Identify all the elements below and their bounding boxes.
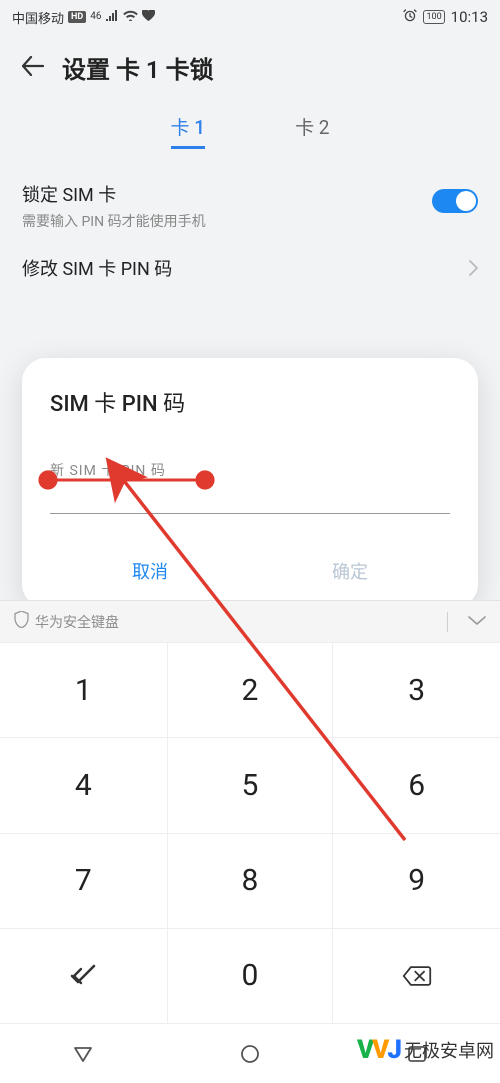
shield-icon bbox=[14, 611, 29, 632]
nav-back[interactable] bbox=[67, 1038, 99, 1070]
alarm-icon bbox=[403, 8, 417, 26]
lock-sim-row[interactable]: 锁定 SIM 卡 需要输入 PIN 码才能使用手机 bbox=[22, 169, 478, 243]
heart-icon bbox=[142, 10, 155, 25]
key-0[interactable]: 0 bbox=[167, 928, 334, 1023]
key-enter[interactable] bbox=[0, 928, 167, 1023]
key-4[interactable]: 4 bbox=[0, 737, 167, 832]
page-header: 设置 卡 1 卡锁 bbox=[0, 34, 500, 103]
key-backspace[interactable] bbox=[333, 928, 500, 1023]
tab-sim1[interactable]: 卡 1 bbox=[171, 113, 206, 149]
key-8[interactable]: 8 bbox=[167, 833, 334, 928]
key-1[interactable]: 1 bbox=[0, 642, 167, 737]
chevron-right-icon bbox=[469, 257, 478, 281]
hd-badge: HD bbox=[68, 11, 86, 23]
key-9[interactable]: 9 bbox=[333, 833, 500, 928]
keyboard-name: 华为安全键盘 bbox=[35, 612, 119, 632]
dialog-title: SIM 卡 PIN 码 bbox=[50, 386, 450, 418]
change-pin-row[interactable]: 修改 SIM 卡 PIN 码 bbox=[22, 243, 478, 293]
lock-sim-toggle[interactable] bbox=[432, 189, 478, 213]
key-3[interactable]: 3 bbox=[333, 642, 500, 737]
lock-sim-subtitle: 需要输入 PIN 码才能使用手机 bbox=[22, 211, 432, 231]
cancel-button[interactable]: 取消 bbox=[50, 548, 250, 594]
network-badge: 46 bbox=[90, 11, 101, 22]
tab-sim2[interactable]: 卡 2 bbox=[295, 113, 329, 149]
page-title: 设置 卡 1 卡锁 bbox=[62, 50, 214, 85]
pin-field-label: 新 SIM 卡 PIN 码 bbox=[50, 460, 450, 480]
key-5[interactable]: 5 bbox=[167, 737, 334, 832]
ok-button[interactable]: 确定 bbox=[250, 548, 450, 594]
keyboard-toolbar: 华为安全键盘 bbox=[0, 600, 500, 642]
carrier-label: 中国移动 bbox=[12, 8, 64, 27]
sim-tabs: 卡 1 卡 2 bbox=[0, 103, 500, 149]
numeric-keypad: 1 2 3 4 5 6 7 8 9 0 bbox=[0, 642, 500, 1023]
key-2[interactable]: 2 bbox=[167, 642, 334, 737]
key-7[interactable]: 7 bbox=[0, 833, 167, 928]
watermark-text: 无极安卓网 bbox=[404, 1037, 494, 1063]
signal-icon bbox=[105, 10, 119, 25]
nav-home[interactable] bbox=[234, 1038, 266, 1070]
battery-indicator: 100 bbox=[423, 10, 444, 24]
pin-dialog: SIM 卡 PIN 码 新 SIM 卡 PIN 码 取消 确定 bbox=[22, 358, 478, 608]
clock-label: 10:13 bbox=[451, 8, 488, 26]
status-bar: 中国移动 HD 46 100 10:13 bbox=[0, 0, 500, 34]
pin-input[interactable] bbox=[50, 486, 450, 514]
change-pin-title: 修改 SIM 卡 PIN 码 bbox=[22, 255, 469, 281]
divider bbox=[447, 612, 448, 632]
lock-sim-title: 锁定 SIM 卡 bbox=[22, 181, 432, 207]
watermark-logo: VVJ bbox=[357, 1035, 400, 1065]
chevron-down-icon[interactable] bbox=[468, 614, 486, 630]
wifi-icon bbox=[123, 10, 138, 25]
key-6[interactable]: 6 bbox=[333, 737, 500, 832]
back-button[interactable] bbox=[22, 55, 44, 81]
watermark: VVJ 无极安卓网 bbox=[357, 1035, 494, 1065]
